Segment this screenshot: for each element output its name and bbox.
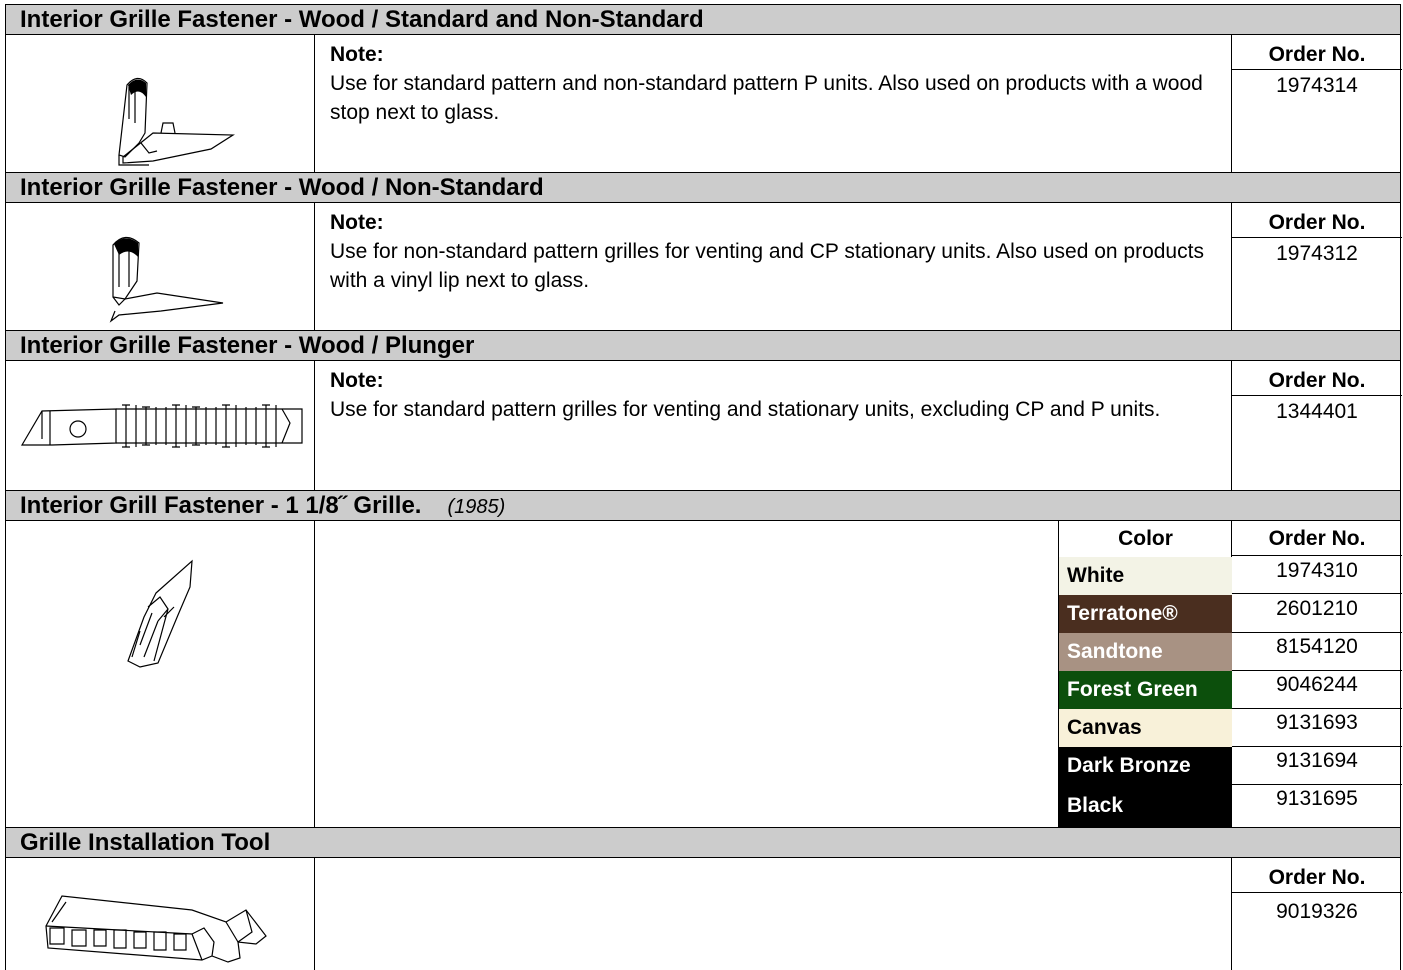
order-no-value: 1974314 (1276, 74, 1358, 97)
parts-sheet: Interior Grille Fastener - Wood / Standa… (5, 4, 1402, 970)
section-header-1-1-8-grille: Interior Grill Fastener - 1 1/8˝ Grille.… (5, 490, 1401, 521)
section-title: Interior Grille Fastener - Wood / Plunge… (20, 332, 475, 359)
note-label: Note: (330, 211, 384, 234)
section-header-installation-tool: Grille Installation Tool (5, 827, 1401, 858)
section-row-1-1-8-grille: Color Order No. White 1974310 Terratone®… (5, 521, 1402, 827)
order-no-value: 9131695 (1276, 787, 1358, 810)
section-title: Interior Grille Fastener - Wood / Non-St… (20, 174, 544, 201)
installation-tool-drawing (45, 895, 267, 963)
color-swatch-white: White (1059, 557, 1232, 595)
order-no-value: 8154120 (1276, 635, 1358, 658)
order-no-value: 2601210 (1276, 597, 1358, 620)
section-row-installation-tool: Order No. 9019326 (5, 858, 1402, 970)
color-swatch-black: Black (1059, 785, 1232, 827)
note-text: Use for standard pattern and non-standar… (330, 72, 1203, 124)
order-no-header: Order No. (1268, 211, 1366, 234)
plunger-fastener-drawing (20, 404, 303, 448)
section-header-non-standard: Interior Grille Fastener - Wood / Non-St… (5, 172, 1401, 203)
color-swatch-terratone: Terratone® (1059, 595, 1232, 633)
color-swatch-canvas: Canvas (1059, 709, 1232, 747)
section-header-standard: Interior Grille Fastener - Wood / Standa… (5, 4, 1401, 35)
note-label: Note: (330, 369, 384, 392)
color-swatch-sandtone: Sandtone (1059, 633, 1232, 671)
order-no-value: 1344401 (1276, 400, 1358, 423)
section-row-non-standard: Note: Use for non-standard pattern grill… (5, 203, 1402, 330)
section-title: Grille Installation Tool (20, 829, 271, 856)
section-row-plunger: Note: Use for standard pattern grilles f… (5, 361, 1402, 490)
note-text: Use for non-standard pattern grilles for… (330, 240, 1204, 292)
order-no-value: 9131693 (1276, 711, 1358, 734)
order-no-value: 1974312 (1276, 242, 1358, 265)
section-header-plunger: Interior Grille Fastener - Wood / Plunge… (5, 330, 1401, 361)
fastener-standard-drawing (118, 77, 235, 166)
color-swatch-dark-bronze: Dark Bronze (1059, 747, 1232, 785)
note-label: Note: (330, 43, 384, 66)
order-no-header: Order No. (1268, 43, 1366, 66)
order-no-header: Order No. (1268, 369, 1366, 392)
color-swatch-forest-green: Forest Green (1059, 671, 1232, 709)
order-no-value: 9046244 (1276, 673, 1358, 696)
fastener-non-standard-drawing (109, 236, 224, 323)
note-text: Use for standard pattern grilles for ven… (330, 398, 1161, 421)
order-no-header: Order No. (1268, 866, 1366, 889)
order-no-value: 9019326 (1276, 900, 1358, 923)
color-header: Color (1118, 527, 1173, 550)
order-no-value: 1974310 (1276, 559, 1358, 582)
order-no-value: 9131694 (1276, 749, 1358, 772)
order-no-header: Order No. (1268, 527, 1366, 550)
section-year: (1985) (447, 496, 506, 518)
section-title: Interior Grille Fastener - Wood / Standa… (20, 6, 704, 33)
section-row-standard: Note: Use for standard pattern and non-s… (5, 35, 1402, 172)
section-title: Interior Grill Fastener - 1 1/8˝ Grille. (20, 492, 422, 519)
clip-fastener-drawing (127, 559, 193, 668)
